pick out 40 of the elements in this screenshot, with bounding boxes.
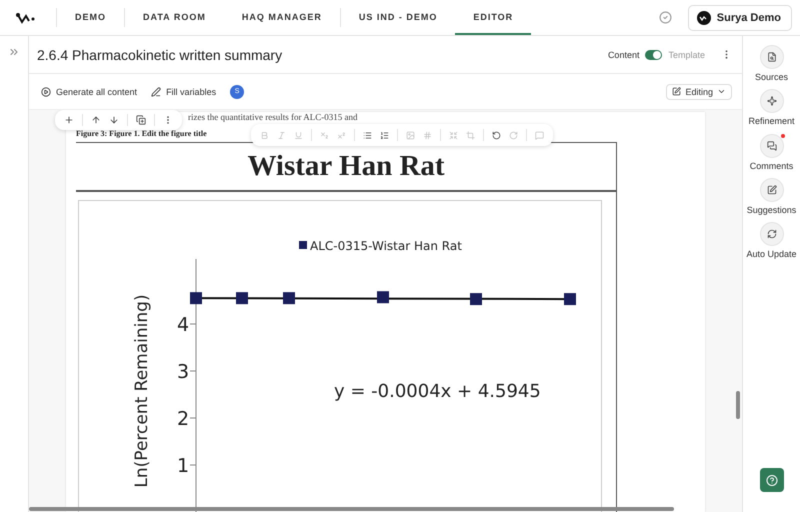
comments-icon	[766, 140, 776, 151]
legend-marker	[299, 241, 307, 249]
nav-tab[interactable]: DEMO	[57, 0, 124, 35]
nav-tab[interactable]: HAQ MANAGER	[224, 0, 340, 35]
sidebar-item[interactable]: Sources	[744, 45, 800, 82]
nav-tab[interactable]: DATA ROOM	[125, 0, 224, 35]
nav-tab[interactable]: EDITOR	[455, 0, 532, 35]
expand-icon[interactable]	[8, 46, 20, 58]
sidebar-item[interactable]: Comments	[744, 134, 800, 172]
axis-label: Ln(Percent Remaining)	[132, 294, 152, 488]
help-icon	[766, 474, 778, 486]
mode-toggle[interactable]	[645, 50, 662, 60]
avatar-icon	[696, 10, 711, 24]
mode-label: Content	[608, 50, 640, 60]
document-title: 2.6.4 Pharmacokinetic written summary	[37, 46, 284, 62]
help-button[interactable]	[760, 468, 784, 492]
pen-icon	[151, 86, 162, 96]
sidebar-item[interactable]: Refinement	[744, 89, 800, 127]
edit-icon	[672, 87, 682, 96]
body-text: rizes the quantitative results for ALC-0315 and	[188, 112, 358, 123]
tick-label: 3	[177, 361, 190, 383]
generate-button[interactable]: Generate all content	[41, 86, 138, 96]
figure-caption: Figure 3: Figure 1. Edit the figure title	[76, 129, 207, 138]
tick-label: 1	[177, 455, 190, 477]
fill-variables-button[interactable]: Fill variables	[151, 86, 216, 96]
play-icon	[41, 86, 51, 96]
user-button[interactable]: Surya Demo	[688, 4, 792, 30]
chevron-down-icon	[717, 87, 726, 96]
tick-label: 2	[177, 408, 190, 430]
mode-label: Template	[668, 50, 705, 60]
mode-select[interactable]: Editing	[666, 84, 732, 100]
update-icon	[766, 229, 776, 240]
legend-label: ALC-0315-Wistar Han Rat	[310, 239, 462, 253]
check-circle-icon[interactable]	[658, 11, 672, 24]
sidebar-item[interactable]: Auto Update	[744, 222, 800, 260]
tick-label: 4	[177, 314, 190, 336]
sidebar-item[interactable]: Suggestions	[744, 178, 800, 216]
equation-label: y = -0.0004x + 4.5945	[334, 381, 541, 402]
nav-tab[interactable]: US IND - DEMO	[340, 0, 456, 35]
logo-icon[interactable]	[16, 12, 36, 24]
